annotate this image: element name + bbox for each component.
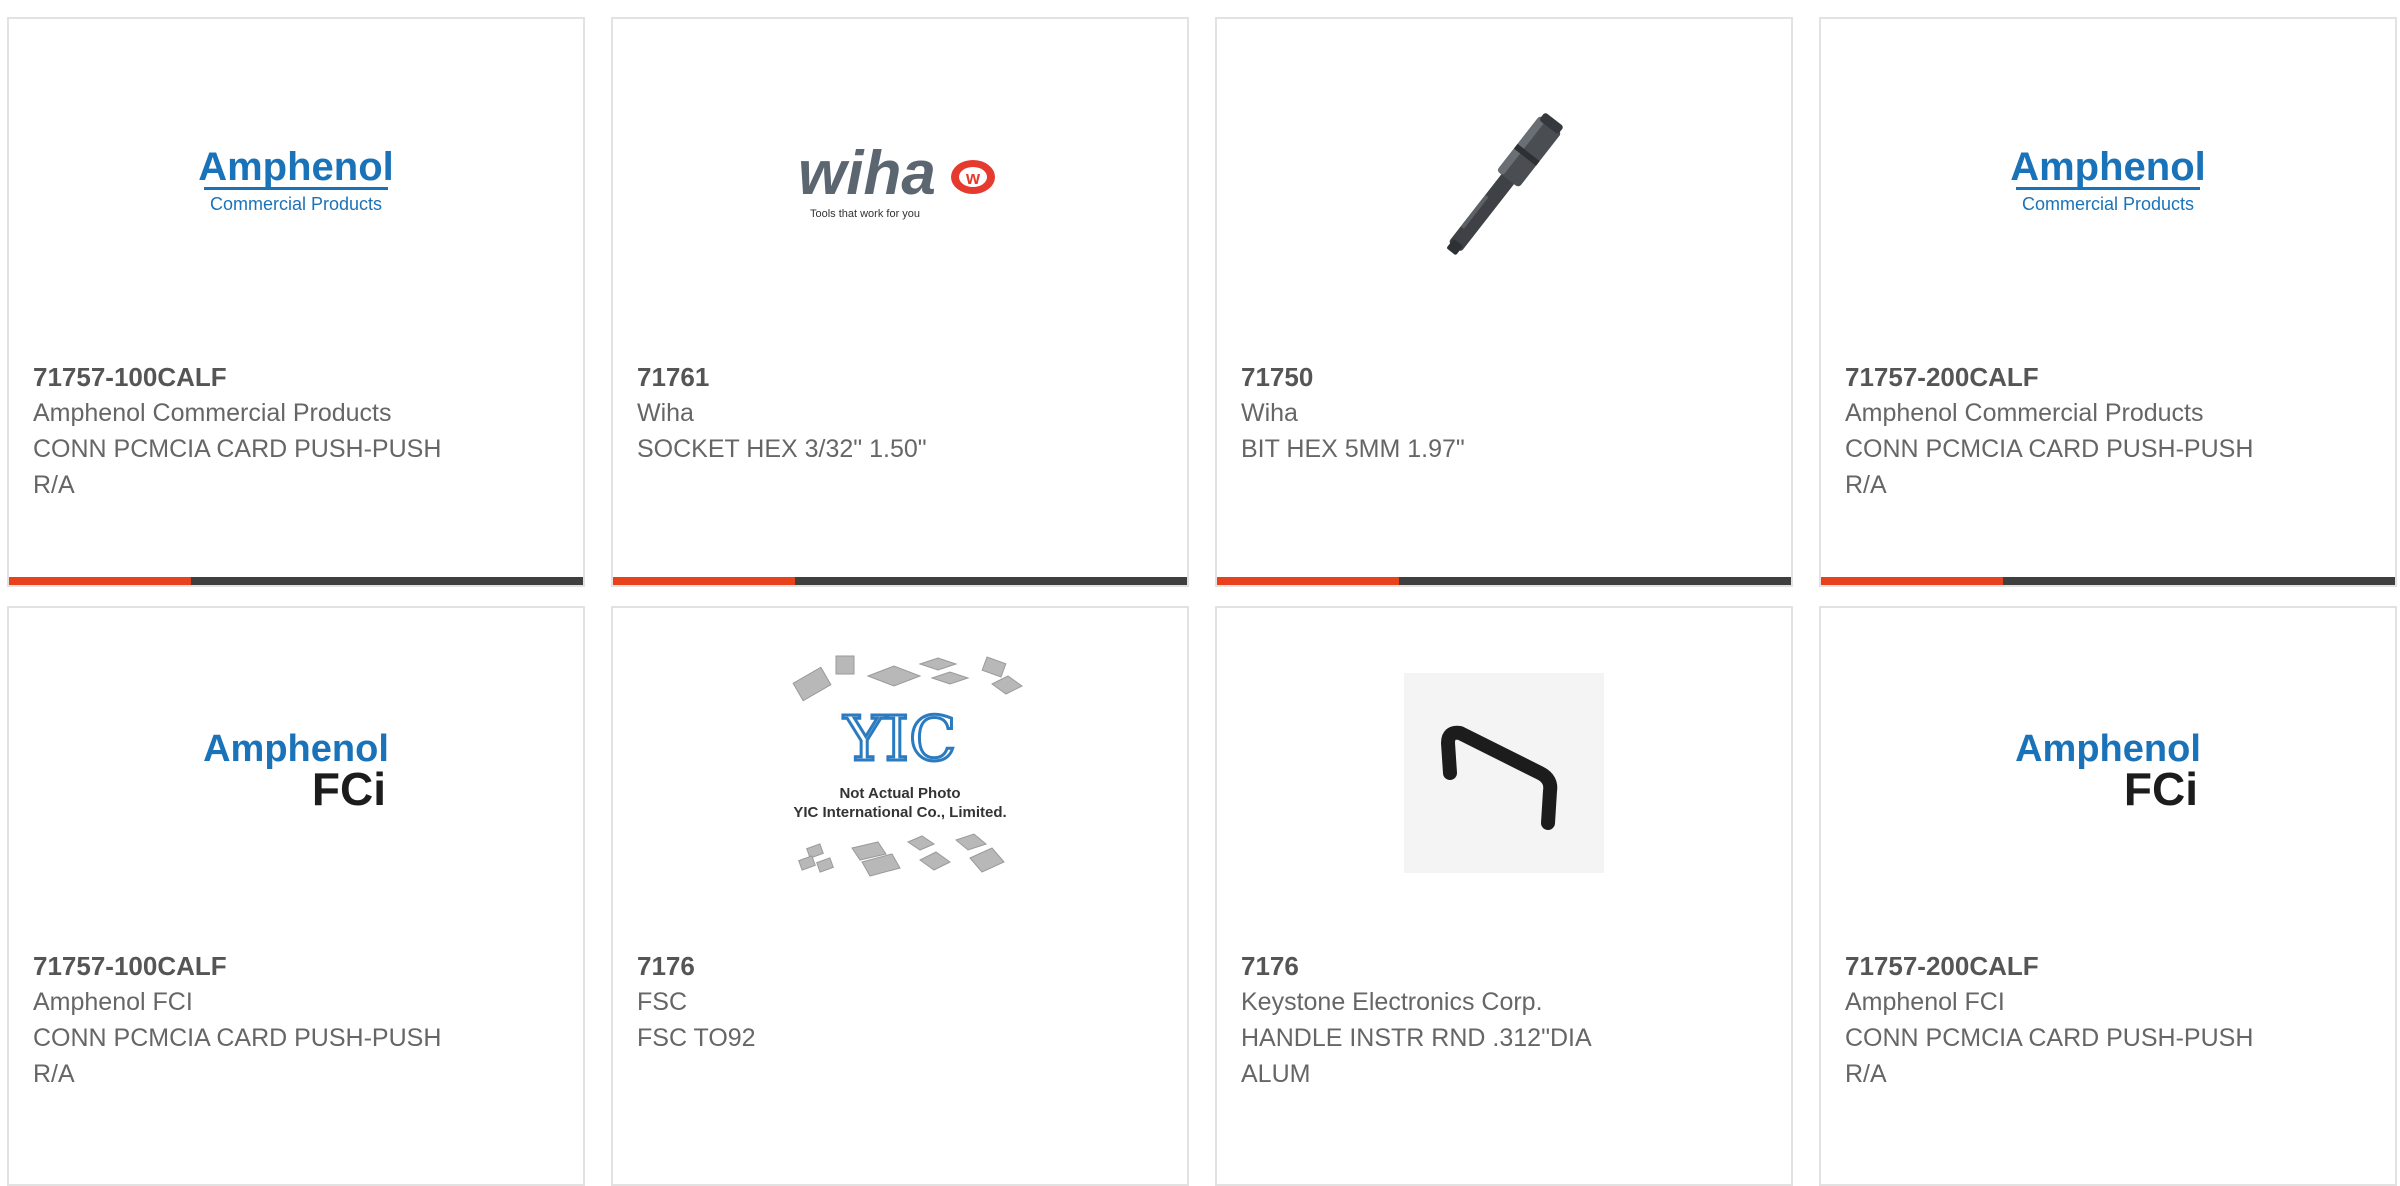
card-bottom-bar — [613, 577, 1187, 585]
product-info: 71757-200CALF Amphenol FCI CONN PCMCIA C… — [1845, 948, 2265, 1092]
product-card[interactable]: Amphenol FCi 71757-100CALF Amphenol FCI … — [7, 606, 585, 1186]
svg-text:wiha: wiha — [798, 139, 936, 208]
product-info: 7176 FSC FSC TO92 — [637, 948, 1057, 1056]
product-image[interactable]: Amphenol FCi — [9, 648, 583, 898]
product-image[interactable]: Amphenol FCi — [1821, 648, 2395, 898]
product-image[interactable] — [1217, 648, 1791, 898]
svg-text:YIC International Co., Limited: YIC International Co., Limited. — [793, 804, 1006, 821]
product-info: 71757-100CALF Amphenol Commercial Produc… — [33, 359, 453, 503]
svg-text:Tools that work for you: Tools that work for you — [810, 208, 920, 220]
card-bottom-bar — [1821, 577, 2395, 585]
manufacturer: Amphenol FCI — [33, 988, 193, 1016]
amphenol-commercial-logo: Amphenol Commercial Products — [2010, 145, 2206, 214]
description: CONN PCMCIA CARD PUSH-PUSH R/A — [33, 1024, 442, 1088]
product-card[interactable]: Amphenol FCi 71757-200CALF Amphenol FCI … — [1819, 606, 2397, 1186]
product-card[interactable]: 7176 Keystone Electronics Corp. HANDLE I… — [1215, 606, 1793, 1186]
product-image[interactable]: YIC Not Actual Photo YIC International C… — [613, 638, 1187, 908]
amphenol-fci-logo: Amphenol FCi — [203, 728, 389, 815]
svg-text:YIC: YIC — [843, 702, 957, 775]
product-image[interactable]: Amphenol Commercial Products — [1821, 59, 2395, 309]
manufacturer: Keystone Electronics Corp. — [1241, 988, 1543, 1016]
product-image[interactable]: Amphenol Commercial Products — [9, 59, 583, 309]
part-number[interactable]: 71757-100CALF — [33, 948, 453, 984]
part-number[interactable]: 71761 — [637, 359, 1057, 395]
product-info: 71750 Wiha BIT HEX 5MM 1.97" — [1241, 359, 1661, 467]
card-accent — [613, 577, 795, 585]
product-grid: Amphenol Commercial Products 71757-100CA… — [0, 0, 2400, 1186]
not-actual-photo-placeholder: YIC Not Actual Photo YIC International C… — [792, 655, 1023, 877]
manufacturer: Amphenol Commercial Products — [1845, 399, 2204, 427]
card-bottom-bar — [1217, 577, 1791, 585]
part-number[interactable]: 71757-200CALF — [1845, 948, 2265, 984]
description: FSC TO92 — [637, 1024, 756, 1052]
product-card[interactable]: wiha w Tools that work for you 71761 Wih… — [611, 17, 1189, 587]
manufacturer: Wiha — [637, 399, 694, 427]
description: CONN PCMCIA CARD PUSH-PUSH R/A — [1845, 1024, 2254, 1088]
handle-photo — [1404, 673, 1604, 873]
svg-text:FCi: FCi — [2124, 763, 2198, 815]
card-accent — [9, 577, 191, 585]
svg-text:Not Actual Photo: Not Actual Photo — [839, 785, 960, 802]
manufacturer: Amphenol FCI — [1845, 988, 2005, 1016]
description: SOCKET HEX 3/32" 1.50" — [637, 435, 927, 463]
description: HANDLE INSTR RND .312"DIA ALUM — [1241, 1024, 1591, 1088]
description: CONN PCMCIA CARD PUSH-PUSH R/A — [1845, 435, 2254, 499]
svg-text:FCi: FCi — [312, 763, 386, 815]
product-info: 71757-200CALF Amphenol Commercial Produc… — [1845, 359, 2265, 503]
product-info: 71761 Wiha SOCKET HEX 3/32" 1.50" — [637, 359, 1057, 467]
card-accent — [1821, 577, 2003, 585]
part-number[interactable]: 71757-200CALF — [1845, 359, 2265, 395]
product-image[interactable]: wiha w Tools that work for you — [613, 59, 1187, 309]
wiha-logo: wiha w Tools that work for you — [798, 139, 995, 220]
svg-text:Commercial Products: Commercial Products — [2022, 194, 2194, 214]
part-number[interactable]: 71757-100CALF — [33, 359, 453, 395]
hex-bit-photo — [1404, 84, 1604, 284]
card-bottom-bar — [9, 577, 583, 585]
product-info: 71757-100CALF Amphenol FCI CONN PCMCIA C… — [33, 948, 453, 1092]
part-number[interactable]: 71750 — [1241, 359, 1661, 395]
product-card[interactable]: Amphenol Commercial Products 71757-200CA… — [1819, 17, 2397, 587]
part-number[interactable]: 7176 — [637, 948, 1057, 984]
description: BIT HEX 5MM 1.97" — [1241, 435, 1465, 463]
manufacturer: Wiha — [1241, 399, 1298, 427]
svg-text:Amphenol: Amphenol — [2010, 145, 2206, 189]
card-accent — [1217, 577, 1399, 585]
product-card[interactable]: 71750 Wiha BIT HEX 5MM 1.97" — [1215, 17, 1793, 587]
manufacturer: FSC — [637, 988, 687, 1016]
product-card[interactable]: Amphenol Commercial Products 71757-100CA… — [7, 17, 585, 587]
svg-text:w: w — [965, 168, 981, 188]
product-image[interactable] — [1217, 59, 1791, 309]
description: CONN PCMCIA CARD PUSH-PUSH R/A — [33, 435, 442, 499]
part-number[interactable]: 7176 — [1241, 948, 1661, 984]
amphenol-commercial-logo: Amphenol Commercial Products — [198, 145, 394, 214]
manufacturer: Amphenol Commercial Products — [33, 399, 392, 427]
svg-text:Amphenol: Amphenol — [198, 145, 394, 189]
svg-text:Commercial Products: Commercial Products — [210, 194, 382, 214]
product-info: 7176 Keystone Electronics Corp. HANDLE I… — [1241, 948, 1661, 1092]
amphenol-fci-logo: Amphenol FCi — [2015, 728, 2201, 815]
product-card[interactable]: YIC Not Actual Photo YIC International C… — [611, 606, 1189, 1186]
